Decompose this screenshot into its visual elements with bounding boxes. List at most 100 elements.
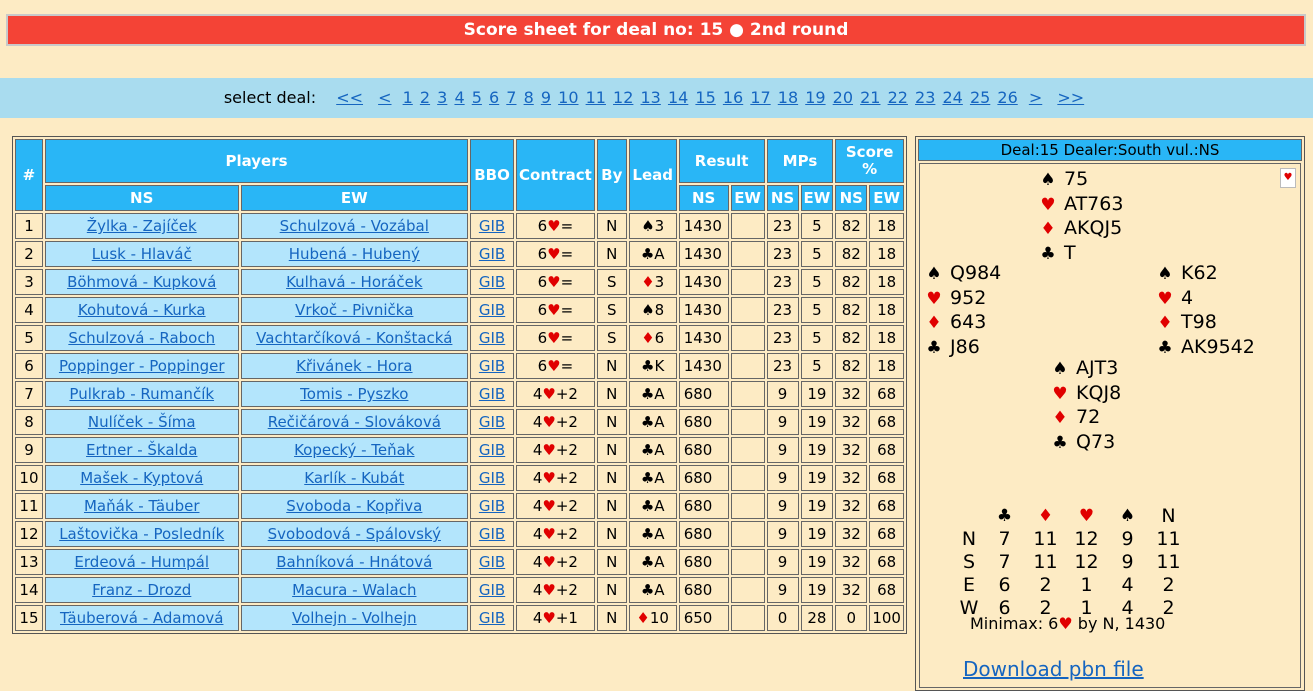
mp-ew: 19 [800,493,834,519]
ew-pair-link[interactable]: Kopecký - Teňak [294,441,414,459]
ns-pair-link[interactable]: Schulzová - Raboch [68,329,215,347]
deal-link[interactable]: 15 [695,88,715,107]
ew-pair-link[interactable]: Vrkoč - Pivnička [295,301,413,319]
deal-link[interactable]: 3 [437,88,447,107]
deal-link[interactable]: 16 [723,88,743,107]
deal-link[interactable]: 9 [541,88,551,107]
ns-pair-link[interactable]: Täuberová - Adamová [60,609,223,627]
ew-pair-link[interactable]: Svobodová - Spálovský [268,525,441,543]
score-ns-value: 82 [841,357,861,375]
bbo-link[interactable]: GIB [479,497,505,515]
bbo-link[interactable]: GIB [479,245,505,263]
bbo-link[interactable]: GIB [479,441,505,459]
ew-pair-link[interactable]: Rečičárová - Slováková [268,413,441,431]
deal-link[interactable]: 12 [613,88,633,107]
ns-pair-link[interactable]: Pulkrab - Rumančík [69,385,214,403]
ew-pair-link[interactable]: Hubená - Hubený [289,245,420,263]
deal-link[interactable]: 20 [833,88,853,107]
table-row: 4 Kohutová - Kurka Vrkoč - Pivnička GIB 6♥= S… [15,297,904,323]
ns-pair: Žylka - Zajíček [44,213,239,239]
last-deal-link[interactable]: >> [1057,88,1084,107]
ew-pair-link[interactable]: Macura - Walach [292,581,416,599]
ns-pair-link[interactable]: Ertner - Škalda [86,441,197,459]
deal-link[interactable]: 19 [805,88,825,107]
deal-link[interactable]: 18 [778,88,798,107]
ns-pair-link[interactable]: Franz - Drozd [92,581,191,599]
heart-icon: ♥ [547,273,561,291]
ns-pair-link[interactable]: Mašek - Kyptová [80,469,203,487]
heart-icon: ♥ [547,357,561,375]
card-icon[interactable]: ♥ [1280,168,1296,188]
bbo-link[interactable]: GIB [479,581,505,599]
ew-pair-link[interactable]: Vachtarčíková - Konštacká [256,329,452,347]
bbo-link[interactable]: GIB [479,413,505,431]
download-pbn-link[interactable]: Download pbn file [963,657,1144,681]
ns-pair-link[interactable]: Böhmová - Kupková [67,273,216,291]
deal-link[interactable]: 1 [403,88,413,107]
ns-pair-link[interactable]: Erdeová - Humpál [74,553,209,571]
contract-result: = [560,217,574,235]
bbo-link[interactable]: GIB [479,329,505,347]
prev-deal-link[interactable]: < [378,88,391,107]
bbo-link[interactable]: GIB [479,301,505,319]
dd-tricks: 7 [998,550,1011,573]
deal-link[interactable]: 25 [970,88,990,107]
ns-pair-link[interactable]: Kohutová - Kurka [78,301,206,319]
ew-pair-link[interactable]: Schulzová - Vozábal [280,217,429,235]
bbo-cell: GIB [470,437,515,463]
ns-pair-link[interactable]: Maňák - Täuber [84,497,200,515]
bbo-link[interactable]: GIB [479,273,505,291]
first-deal-link[interactable]: << [336,88,363,107]
deal-selector: select deal: << < 1 2 3 4 5 6 7 8 9 10 1… [0,78,1313,118]
deal-link[interactable]: 23 [915,88,935,107]
bbo-link[interactable]: GIB [479,553,505,571]
bbo-link[interactable]: GIB [479,385,505,403]
ns-pair-link[interactable]: Nulíček - Šíma [88,413,196,431]
deal-link[interactable]: 7 [506,88,516,107]
deal-link[interactable]: 21 [860,88,880,107]
contract-cell: 4♥+2 [516,381,595,407]
next-deal-link[interactable]: > [1029,88,1042,107]
contract-cell: 6♥= [516,297,595,323]
score-ns-value: 82 [841,245,861,263]
ew-pair-link[interactable]: Karlík - Kubát [304,469,404,487]
ew-pair-link[interactable]: Tomis - Pyszko [300,385,408,403]
ew-pair-link[interactable]: Křivánek - Hora [296,357,412,375]
ew-pair-link[interactable]: Svoboda - Kopřiva [286,497,422,515]
bbo-link[interactable]: GIB [479,469,505,487]
deal-link[interactable]: 24 [942,88,962,107]
score-ns-value: 32 [841,469,861,487]
bbo-link[interactable]: GIB [479,609,505,627]
heart-icon: ♥ [542,469,556,487]
ns-pair-link[interactable]: Lusk - Hlaváč [92,245,192,263]
spade-icon: ♠ [641,301,655,319]
deal-link[interactable]: 8 [524,88,534,107]
ew-pair-link[interactable]: Volhejn - Volhejn [292,609,417,627]
ns-pair-link[interactable]: Laštovička - Posledník [59,525,224,543]
ns-pair-link[interactable]: Poppinger - Poppinger [59,357,225,375]
deal-link[interactable]: 10 [558,88,578,107]
east-diamonds: T98 [1181,311,1217,333]
mp-ns-value: 9 [777,413,788,431]
ns-pair-link[interactable]: Žylka - Zajíček [87,217,197,235]
deal-link[interactable]: 13 [641,88,661,107]
deal-link[interactable]: 2 [420,88,430,107]
diamond-icon: ♦ [926,313,942,333]
deal-link[interactable]: 6 [489,88,499,107]
table-row: 8 Nulíček - Šíma Rečičárová - Slováková GIB… [15,409,904,435]
deal-link[interactable]: 22 [888,88,908,107]
bbo-link[interactable]: GIB [479,217,505,235]
deal-link[interactable]: 5 [472,88,482,107]
deal-link[interactable]: 14 [668,88,688,107]
bbo-link[interactable]: GIB [479,357,505,375]
heart-icon: ♥ [542,441,556,459]
mp-ew-value: 5 [812,217,822,235]
bbo-link[interactable]: GIB [479,525,505,543]
score-ns-value: 82 [841,329,861,347]
deal-link[interactable]: 17 [750,88,770,107]
deal-link[interactable]: 26 [997,88,1017,107]
ew-pair-link[interactable]: Kulhavá - Horáček [286,273,422,291]
deal-link[interactable]: 11 [586,88,606,107]
ew-pair-link[interactable]: Bahníková - Hnátová [276,553,432,571]
deal-link[interactable]: 4 [454,88,464,107]
